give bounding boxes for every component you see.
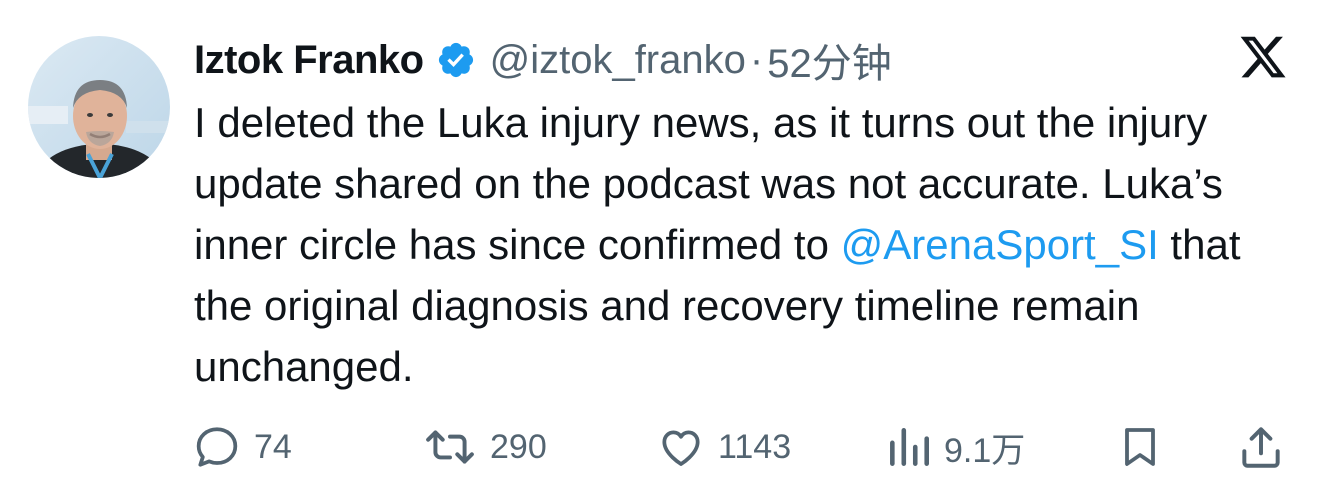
verified-badge-icon [436,40,476,80]
views-button[interactable]: 9.1万 [886,418,1025,476]
action-bar: 74 290 1143 9.1万 [0,418,1320,476]
views-count: 9.1万 [944,431,1026,470]
mention-link[interactable]: @ArenaSport_SI [841,221,1159,268]
tweet-body: I deleted the Luka injury news, as it tu… [194,92,1304,397]
bookmark-button[interactable] [1116,418,1164,476]
bookmark-icon [1116,422,1164,472]
repost-count: 290 [490,427,547,466]
reply-button[interactable]: 74 [192,418,292,476]
reply-icon [192,422,242,472]
views-icon [886,422,932,472]
heart-icon [656,422,706,472]
repost-button[interactable]: 290 [422,418,547,476]
repost-icon [422,422,478,472]
author-avatar[interactable] [28,36,170,178]
like-button[interactable]: 1143 [656,418,791,476]
share-button[interactable] [1236,418,1286,476]
tweet-header: Iztok Franko @iztok_franko · 52分钟 [194,30,892,90]
tweet-timestamp[interactable]: 52分钟 [767,31,892,89]
header-separator: · [749,37,764,82]
like-count: 1143 [718,427,792,466]
author-name[interactable]: Iztok Franko [194,38,424,83]
author-handle[interactable]: @iztok_franko [490,38,746,83]
x-logo-icon[interactable] [1238,32,1288,82]
reply-count: 74 [254,427,292,466]
share-icon [1236,422,1286,472]
